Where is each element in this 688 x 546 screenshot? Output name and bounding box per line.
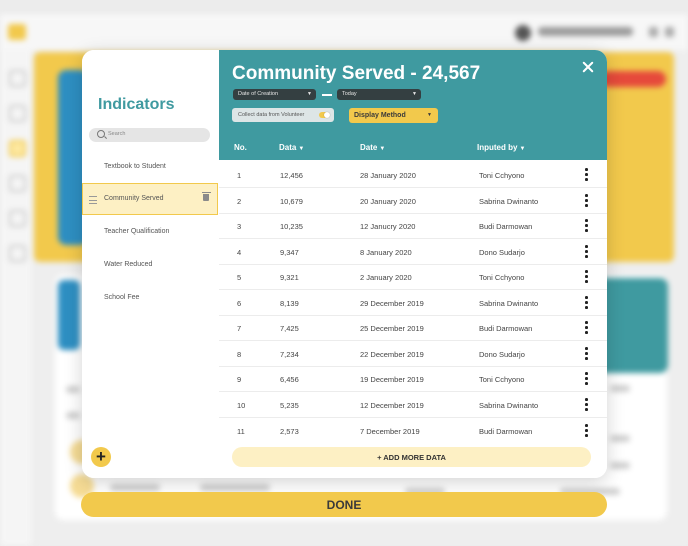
row-menu-icon[interactable]: [585, 219, 588, 232]
indicator-label: Teacher Qualification: [104, 228, 170, 235]
app-logo: [8, 24, 26, 40]
sort-caret-icon: ▼: [298, 146, 305, 152]
column-header-date[interactable]: Date ▼: [360, 143, 385, 152]
app-sidebar: [0, 50, 32, 546]
row-menu-icon[interactable]: [585, 270, 588, 283]
date-from-value: Date of Creation: [238, 91, 279, 97]
search-input[interactable]: Search: [89, 128, 210, 142]
greeting-text: [538, 27, 633, 36]
table-row: 6 8,139 29 December 2019 Sabrina Dwinanto: [219, 290, 607, 316]
row-menu-icon[interactable]: [585, 424, 588, 437]
date-to-select[interactable]: Today ▼: [337, 89, 421, 100]
avatar: [515, 25, 531, 41]
volunteer-toggle-switch[interactable]: [319, 112, 330, 118]
row-menu-icon[interactable]: [585, 296, 588, 309]
indicator-item-school-fee[interactable]: School Fee: [82, 282, 218, 314]
row-menu-icon[interactable]: [585, 194, 588, 207]
indicator-item-water-reduced[interactable]: Water Reduced: [82, 249, 218, 281]
indicator-label: Textbook to Student: [104, 163, 166, 170]
display-method-label: Display Method: [354, 112, 406, 119]
close-icon[interactable]: [581, 60, 595, 74]
indicators-title: Indicators: [98, 96, 175, 113]
done-button[interactable]: DONE: [81, 492, 607, 517]
indicator-item-textbook[interactable]: Textbook to Student: [82, 151, 218, 183]
search-icon: [97, 130, 105, 138]
table-row: 8 7,234 22 December 2019 Dono Sudarjo: [219, 341, 607, 367]
chevron-down-icon: ▼: [307, 91, 312, 97]
modal-header: Community Served - 24,567 Date of Creati…: [219, 50, 607, 160]
indicator-label: School Fee: [104, 294, 140, 301]
chevron-down-icon: ▼: [412, 91, 417, 97]
date-to-value: Today: [342, 91, 357, 97]
sort-caret-icon: ▼: [519, 146, 526, 152]
row-menu-icon[interactable]: [585, 398, 588, 411]
row-menu-icon[interactable]: [585, 245, 588, 258]
table-row: 1 12,456 28 January 2020 Toni Cchyono: [219, 162, 607, 188]
add-more-data-button[interactable]: + ADD MORE DATA: [232, 447, 591, 467]
table-row: 7 7,425 25 December 2019 Budi Darmowan: [219, 315, 607, 341]
row-menu-icon[interactable]: [585, 347, 588, 360]
add-indicator-button[interactable]: +: [91, 447, 111, 467]
table-row: 9 6,456 19 December 2019 Toni Cchyono: [219, 366, 607, 392]
table-row: 4 9,347 8 January 2020 Dono Sudarjo: [219, 239, 607, 265]
sort-caret-icon: ▼: [379, 146, 386, 152]
table-row: 5 9,321 2 January 2020 Toni Cchyono: [219, 264, 607, 290]
row-menu-icon[interactable]: [585, 168, 588, 181]
table-row: 11 2,573 7 December 2019 Budi Darmowan: [219, 418, 607, 443]
display-method-select[interactable]: Display Method ▼: [349, 108, 438, 123]
column-header-inputed-by[interactable]: Inputed by ▼: [477, 143, 525, 152]
drag-handle-icon[interactable]: [89, 196, 97, 204]
date-from-select[interactable]: Date of Creation ▼: [233, 89, 316, 100]
search-placeholder: Search: [108, 131, 126, 137]
row-menu-icon[interactable]: [585, 321, 588, 334]
banner-button: [600, 71, 666, 87]
volunteer-label: Collect data from Volunteer: [238, 112, 305, 118]
trash-icon[interactable]: [201, 191, 211, 201]
column-header-no: No.: [234, 143, 247, 152]
done-label: DONE: [326, 498, 362, 512]
table-row: 2 10,679 20 January 2020 Sabrina Dwinanto: [219, 188, 607, 214]
page-title: Community Served - 24,567: [232, 63, 481, 84]
indicator-item-teacher-qualification[interactable]: Teacher Qualification: [82, 216, 218, 248]
dashboard-blue-card: [58, 280, 80, 350]
table-row: 3 10,235 12 Janucry 2020 Budi Darmowan: [219, 213, 607, 239]
table-row: 10 5,235 12 December 2019 Sabrina Dwinanto: [219, 392, 607, 418]
indicator-modal: Indicators Search Textbook to Student Co…: [82, 50, 607, 478]
indicator-label: Community Served: [104, 195, 164, 202]
notification-icon: [649, 27, 658, 37]
data-table: 1 12,456 28 January 2020 Toni Cchyono 2 10,6…: [219, 160, 607, 478]
indicators-panel: Indicators Search Textbook to Student Co…: [82, 50, 220, 478]
add-more-data-label: + ADD MORE DATA: [377, 453, 446, 462]
date-range-separator: [322, 94, 332, 96]
volunteer-toggle-field[interactable]: Collect data from Volunteer: [232, 108, 334, 122]
column-header-data[interactable]: Data ▼: [279, 143, 304, 152]
settings-icon: [665, 27, 674, 37]
indicator-label: Water Reduced: [104, 261, 153, 268]
indicator-item-community-served[interactable]: Community Served: [82, 183, 218, 215]
row-menu-icon[interactable]: [585, 372, 588, 385]
chevron-down-icon: ▼: [427, 112, 432, 118]
